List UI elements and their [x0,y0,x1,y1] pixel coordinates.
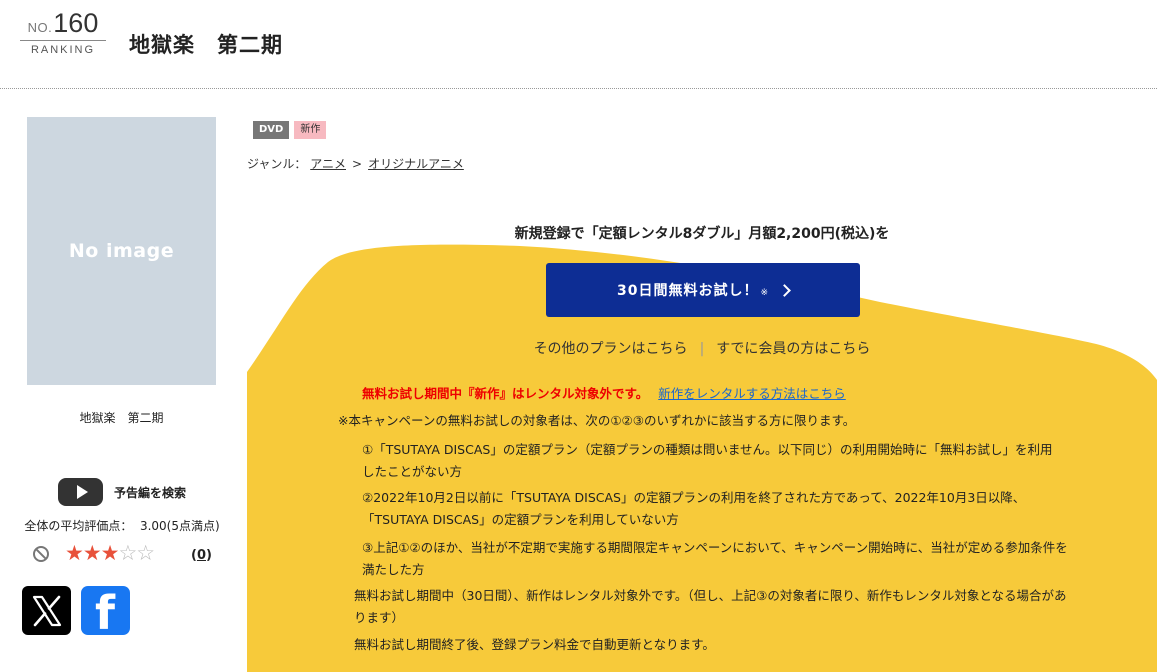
members-link[interactable]: すでに会員の方はこちら [716,341,870,357]
rent-new-release-link[interactable]: 新作をレンタルする方法はこちら [658,386,846,401]
prohibited-icon[interactable] [33,546,49,562]
eligibility-condition-2: ②2022年10月2日以前に「TSUTAYA DISCAS」の定額プランの利用を… [362,490,1026,527]
genre-link-anime[interactable]: アニメ [310,157,346,171]
link-separator: | [699,341,705,357]
x-logo-icon [32,595,61,626]
genre-link-original-anime[interactable]: オリジナルアニメ [368,157,464,171]
poster-image[interactable]: No image [27,117,216,385]
new-release-warning: 無料お試し期間中『新作』はレンタル対象外です。 新作をレンタルする方法はこちら [362,383,846,402]
eligibility-condition-1: ①「TSUTAYA DISCAS」の定額プラン（定額プランの種類は問いません。以… [362,442,1053,479]
poster-title: 地獄楽 第二期 [79,411,164,425]
genre-label: ジャンル： [247,157,307,171]
genre-separator: > [352,157,363,171]
plan-links: その他のプランはこちら | すでに会員の方はこちら [247,338,1157,358]
review-count-link[interactable]: (0) [191,548,212,563]
warning-text: 無料お試し期間中『新作』はレンタル対象外です。 [362,386,649,401]
genre-breadcrumb: ジャンル： アニメ > オリジナルアニメ [247,155,464,172]
trailer-search-label: 予告編を検索 [114,485,187,500]
eligibility-condition-3: ③上記①②のほか、当社が不定期で実施する期間限定キャンペーンにおいて、キャンペー… [362,540,1068,577]
other-plans-link[interactable]: その他のプランはこちら [534,341,688,357]
x-share-button[interactable] [22,586,71,635]
review-count-close: ) [206,548,212,563]
free-trial-note-mark: ※ [760,288,769,298]
no-image-label: No image [68,240,175,262]
review-count: 0 [196,548,206,563]
eligibility-intro: ※本キャンペーンの無料お試しの対象者は、次の①②③のいずれかに該当する方に限りま… [338,413,856,428]
facebook-share-button[interactable]: f [81,586,130,635]
youtube-play-icon [58,478,103,506]
free-trial-label: 30日間無料お試し！ [616,283,759,299]
rating-row: ★★★☆☆ (0) [33,541,223,567]
facebook-logo-icon: f [95,586,116,635]
auto-renew-note: 無料お試し期間終了後、登録プラン料金で自動更新となります。 [354,637,715,652]
chevron-right-icon [778,283,791,297]
promo-headline: 新規登録で「定額レンタル8ダブル」月額2,200円(税込)を [514,226,890,242]
trailer-search-button[interactable]: 予告編を検索 [58,478,186,506]
star-rating[interactable]: ★★★☆☆ [65,541,155,565]
average-rating: 全体の平均評価点： 3.00(5点満点) [24,519,220,533]
tag-list: DVD 新作 [253,121,327,139]
new-release-tag: 新作 [294,121,327,139]
star-filled-icon: ★★★ [65,541,119,565]
free-trial-button[interactable]: 30日間無料お試し！ ※ [546,263,860,317]
new-release-note: 無料お試し期間中（30日間）、新作はレンタル対象外です。（但し、上記③の対象者に… [354,588,1067,625]
star-empty-icon: ☆☆ [118,541,155,565]
format-tag: DVD [253,121,290,139]
